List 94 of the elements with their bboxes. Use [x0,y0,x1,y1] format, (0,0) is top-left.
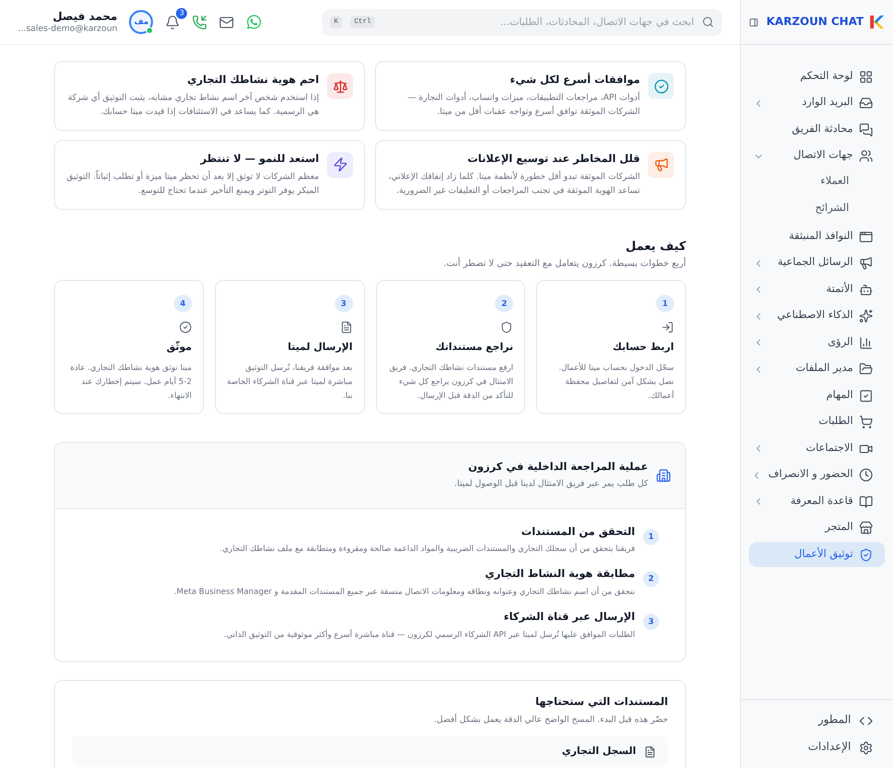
step-number: 3 [334,295,352,312]
inbox-icon [859,96,873,110]
step-number: 3 [643,614,659,630]
settings-icon [859,740,873,754]
step-text: ميتا توثق هوية نشاطك التجاري. عادة 2-5 أيام عمل. سيتم إخطارك عند الانتهاء. [69,362,192,402]
review-step-title: مطابقة هوية النشاط التجاري [484,567,635,582]
megaphone-icon [859,256,873,270]
sidebar-item[interactable]: الأتمتة [749,277,885,302]
users-icon [859,149,873,163]
sidebar-item[interactable]: قاعدة المعرفة [749,489,885,514]
folder-icon [859,362,873,376]
login-icon [661,321,674,334]
sidebar-item[interactable]: جهات الاتصال [749,144,885,168]
user-avatar[interactable]: مف [129,10,154,34]
check-circle-icon [654,78,668,94]
store-icon [859,521,873,535]
window-icon [859,230,873,244]
step-title: موثّق [166,340,192,355]
step-number: 1 [656,295,674,312]
review-step-title: الإرسال عبر قناة الشركاء [502,610,635,625]
sidebar-item[interactable]: لوحة التحكم [749,64,885,89]
step-number: 2 [643,571,659,588]
sidebar-item[interactable]: توثيق الأعمال [749,542,885,567]
sidebar-item[interactable]: الذكاء الاصطناعي [749,304,885,328]
sidebar-subitem[interactable]: العملاء [749,168,885,196]
sidebar-item[interactable]: الرسائل الجماعية [749,250,885,276]
sparkles-icon [859,309,873,323]
clock-icon [859,468,873,482]
sidebar-item[interactable]: المتجر [749,516,885,540]
benefit-text: إذا استخدم شخص آخر اسم نشاط تجاري مشابه، يثبت التوثيق أي شركة هي الرسمية. كما يساعد في الاستئنافات إذا قيدت ميتا حسابك. [66,90,319,119]
section-title: كيف يعمل [624,238,686,254]
benefit-text: معظم الشركات لا توثق إلا بعد أن تحظر ميتا ميزة أو تطلب إثباتاً. التوثيق المبكر يوفر التوتر ويمنع التأخير عندما تحتاج للتوسع. [66,170,319,198]
step-text: ارفع مستندات نشاطك التجاري. فريق الامتثال في كرزون يراجع كل شيء للتأكد من الدقة قبل الإرسال. [388,362,514,402]
sidebar-item[interactable]: المهام [749,383,885,408]
search-field[interactable]: ابحث في جهات الاتصال، المحادثات، الطلبات... [383,14,694,30]
step-title: اربط حسابك [612,341,674,355]
bar-chart-icon [859,336,873,350]
card-title: المستندات التي ستحتاجها [534,694,668,710]
benefit-title: موافقات أسرع لكل شيء [509,73,640,88]
bell-icon[interactable] [165,14,180,30]
user-email: sales-demo@karzoun... [18,24,118,34]
sidebar-item[interactable]: البريد الوارد [749,90,885,116]
mail-icon[interactable] [219,14,234,30]
scale-icon [332,78,348,94]
search-icon [702,16,714,28]
benefit-text: الشركات الموثقة تبدو أقل خطورة لأنظمة ميتا. كلما زاد إنفاقك الإعلاني، تساعد الهوية الموثقة في تجنب المراجعات أو التعليقات غير الضرورية. [387,170,640,198]
building-icon [656,468,671,483]
megaphone-icon [654,157,668,172]
card-title: عملية المراجعة الداخلية في كرزون [467,460,648,475]
sidebar-item[interactable]: الطلبات [749,410,885,434]
sidebar-item[interactable]: الحضور و الانصراف [749,462,885,488]
review-step-title: التحقق من المستندات [520,524,635,540]
step-number: 1 [643,528,659,544]
phone-incoming-icon[interactable] [192,14,208,30]
step-number: 2 [495,295,514,312]
sidebar-item[interactable]: الاجتماعات [749,436,885,461]
review-step-text: فريقنا يتحقق من أن سجلك التجاري والمستندات الضريبية والمواد الداعمة صالحة ومقروءة ومتطابقة مع ملف نشاطك التجاري. [220,543,635,556]
review-step-text: الطلبات الموافق عليها تُرسل لميتا عبر API الشركاء الرسمي لكرزون — قناة مباشرة أسرع وأكثر موثوقية من التوثيق الذاتي. [224,628,635,641]
robot-icon [859,282,873,296]
panel-toggle-icon[interactable] [749,16,758,28]
user-name: محمد فيصل [52,10,118,24]
benefit-title: احم هوية نشاطك التجاري [186,73,319,88]
check-circle-icon [178,321,192,334]
step-title: نراجع مستنداتك [436,341,514,355]
sidebar-item[interactable]: الرؤى [749,330,885,355]
benefit-text: أدوات API، مراجعات التطبيقات، ميزات واتساب، أدوات التجارة — الشركات الموثقة توافق أسرع وتواجه عقبات أقل من ميتا. [406,90,640,119]
benefit-title: قلل المخاطر عند توسيع الإعلانات [466,152,640,167]
book-icon [859,494,873,508]
card-subtitle: حضّر هذه قبل البدء. المسح الواضح عالي الدقة يعمل بشكل أفضل. [432,714,668,726]
sidebar-item[interactable]: محادثة الفريق [749,117,885,142]
document-icon [644,746,656,758]
section-subtitle: أربع خطوات بسيطة. كرزون يتعامل مع التعقيد حتى لا تضطر أنت. [442,258,686,270]
sidebar-item[interactable]: المطور [749,708,885,733]
step-title: الإرسال لميتا [288,341,352,355]
lightning-icon [332,157,348,172]
review-step-text: نتحقق من أن اسم نشاطك التجاري وعنوانه ونطاقه ومعلومات الاتصال متسقة عبر جميع المستندات المقدمة و Meta Business Manager. [174,586,635,598]
benefit-title: استعد للنمو — لا تنتظر [199,152,319,167]
step-text: سجّل الدخول بحساب ميتا للأعمال. نصل بشكل آمن لتفاصيل محفظة أعمالك. [558,361,674,402]
sidebar-subitem[interactable]: الشرائح [749,196,885,222]
card-subtitle: كل طلب يمر عبر فريق الامتثال لدينا قبل الوصول لميتا. [454,478,648,490]
shield-icon [500,321,514,334]
cart-icon [859,415,873,429]
document-icon [340,321,352,334]
sidebar-item[interactable]: الإعدادات [749,735,885,760]
checkbox-icon [859,388,873,402]
shield-check-icon [859,548,873,562]
logo-text: KARZOUN CHAT [766,14,864,30]
sidebar-item[interactable]: النوافذ المنبثقة [749,224,885,249]
chat-bubbles-icon [859,122,873,136]
sidebar-item[interactable]: مدير الملفات [749,356,885,382]
document-label: السجل التجاري [562,745,636,760]
step-number: 4 [174,295,192,312]
grid-icon [859,70,873,84]
step-text: بعد موافقة فريقنا، نُرسل التوثيق مباشرة لميتا عبر قناة الشركاء الخاصة بنا. [226,362,352,402]
